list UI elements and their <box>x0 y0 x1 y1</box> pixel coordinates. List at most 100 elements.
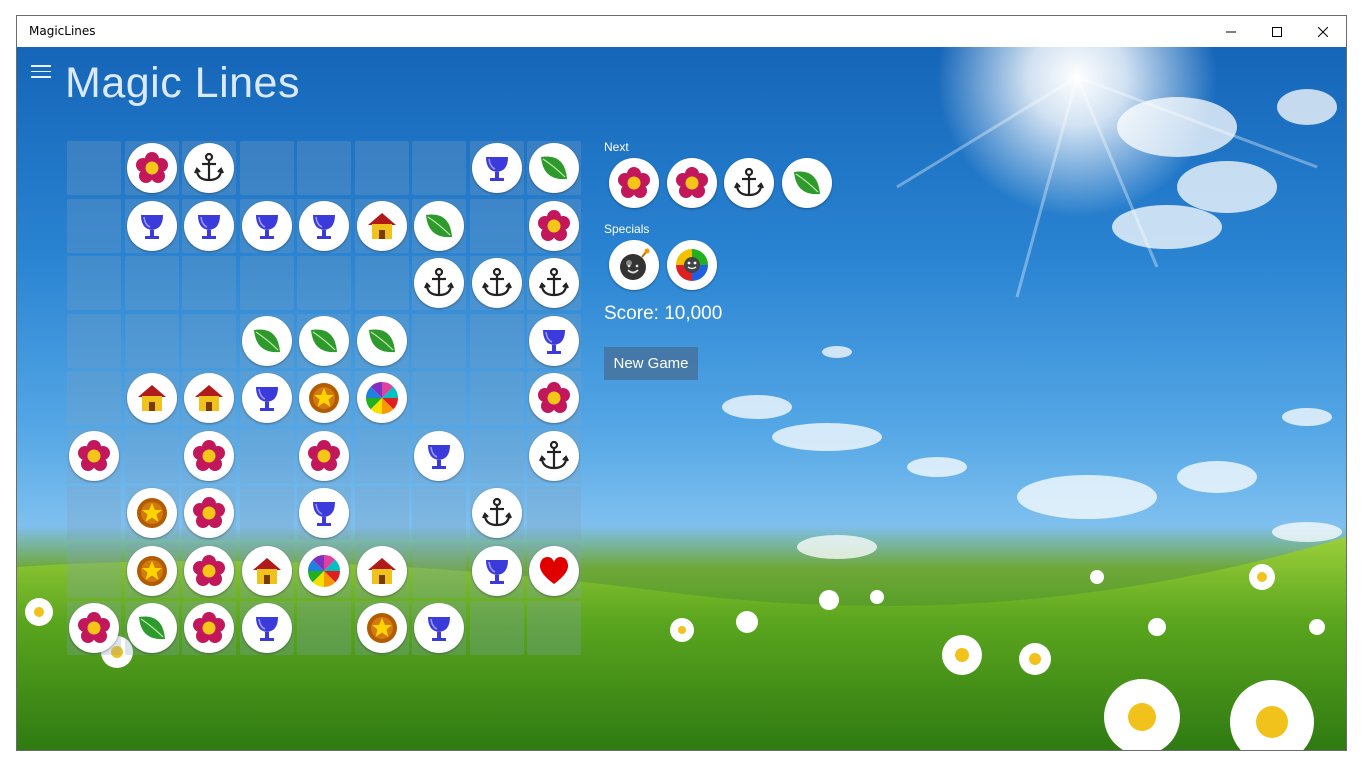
anchor-ball[interactable] <box>471 488 522 538</box>
board-cell[interactable] <box>182 256 236 310</box>
wheel-ball[interactable] <box>299 545 349 596</box>
wheel-ball[interactable] <box>356 373 407 423</box>
board-cell[interactable] <box>182 543 236 598</box>
anchor-ball[interactable] <box>529 258 579 308</box>
board-cell[interactable] <box>239 486 294 540</box>
minimize-button[interactable] <box>1208 16 1254 47</box>
board-cell[interactable] <box>297 486 351 540</box>
board-cell[interactable] <box>239 256 294 310</box>
anchor-ball[interactable] <box>529 430 579 481</box>
board-cell[interactable] <box>469 486 524 540</box>
board-cell[interactable] <box>124 198 179 253</box>
flower-ball[interactable] <box>126 143 177 193</box>
board-cell[interactable] <box>412 198 466 253</box>
cup-ball[interactable] <box>241 200 292 251</box>
board-cell[interactable] <box>124 428 179 483</box>
anchor-ball[interactable] <box>414 258 464 308</box>
board-cell[interactable] <box>239 428 294 483</box>
board-cell[interactable] <box>67 256 121 310</box>
new-game-button[interactable]: New Game <box>604 347 698 380</box>
board-cell[interactable] <box>354 313 409 368</box>
board-cell[interactable] <box>239 371 294 425</box>
board-cell[interactable] <box>297 428 351 483</box>
board-cell[interactable] <box>469 371 524 425</box>
board-cell[interactable] <box>527 371 581 425</box>
cup-ball[interactable] <box>241 603 292 653</box>
board-cell[interactable] <box>412 371 466 425</box>
flower-ball[interactable] <box>69 430 119 481</box>
board-cell[interactable] <box>67 428 121 483</box>
board-cell[interactable] <box>182 486 236 540</box>
flower-ball[interactable] <box>529 373 579 423</box>
house-ball[interactable] <box>356 545 407 596</box>
leaf-ball[interactable] <box>529 143 579 193</box>
board-cell[interactable] <box>67 601 121 655</box>
heart-ball[interactable] <box>529 545 579 596</box>
board-cell[interactable] <box>412 601 466 655</box>
board-cell[interactable] <box>124 141 179 195</box>
board-cell[interactable] <box>124 313 179 368</box>
game-board[interactable] <box>67 141 581 655</box>
board-cell[interactable] <box>124 371 179 425</box>
board-cell[interactable] <box>124 543 179 598</box>
board-cell[interactable] <box>412 256 466 310</box>
board-cell[interactable] <box>354 371 409 425</box>
board-cell[interactable] <box>469 313 524 368</box>
board-cell[interactable] <box>469 601 524 655</box>
star-ball[interactable] <box>299 373 349 423</box>
leaf-ball[interactable] <box>356 315 407 366</box>
board-cell[interactable] <box>67 313 121 368</box>
board-cell[interactable] <box>469 543 524 598</box>
board-cell[interactable] <box>412 543 466 598</box>
cup-ball[interactable] <box>471 143 522 193</box>
cup-ball[interactable] <box>299 200 349 251</box>
board-cell[interactable] <box>412 141 466 195</box>
board-cell[interactable] <box>182 313 236 368</box>
board-cell[interactable] <box>354 601 409 655</box>
flower-ball[interactable] <box>184 488 234 538</box>
board-cell[interactable] <box>182 428 236 483</box>
cup-ball[interactable] <box>414 603 464 653</box>
board-cell[interactable] <box>67 486 121 540</box>
board-cell[interactable] <box>354 256 409 310</box>
flower-ball[interactable] <box>299 430 349 481</box>
board-cell[interactable] <box>469 141 524 195</box>
board-cell[interactable] <box>527 428 581 483</box>
leaf-ball[interactable] <box>241 315 292 366</box>
board-cell[interactable] <box>182 141 236 195</box>
cup-ball[interactable] <box>184 200 234 251</box>
house-ball[interactable] <box>356 200 407 251</box>
leaf-ball[interactable] <box>414 200 464 251</box>
flower-ball[interactable] <box>184 430 234 481</box>
board-cell[interactable] <box>182 198 236 253</box>
house-ball[interactable] <box>241 545 292 596</box>
board-cell[interactable] <box>527 486 581 540</box>
board-cell[interactable] <box>124 601 179 655</box>
menu-button[interactable] <box>31 65 51 79</box>
board-cell[interactable] <box>527 256 581 310</box>
board-cell[interactable] <box>412 313 466 368</box>
house-ball[interactable] <box>126 373 177 423</box>
star-ball[interactable] <box>126 545 177 596</box>
board-cell[interactable] <box>527 601 581 655</box>
board-cell[interactable] <box>124 256 179 310</box>
leaf-ball[interactable] <box>126 603 177 653</box>
flower-ball[interactable] <box>184 603 234 653</box>
close-button[interactable] <box>1300 16 1346 47</box>
flower-ball[interactable] <box>529 200 579 251</box>
leaf-ball[interactable] <box>299 315 349 366</box>
maximize-button[interactable] <box>1254 16 1300 47</box>
rainbow-ball[interactable] <box>666 240 717 290</box>
board-cell[interactable] <box>469 256 524 310</box>
cup-ball[interactable] <box>414 430 464 481</box>
board-cell[interactable] <box>297 371 351 425</box>
board-cell[interactable] <box>67 141 121 195</box>
board-cell[interactable] <box>297 141 351 195</box>
cup-ball[interactable] <box>471 545 522 596</box>
board-cell[interactable] <box>297 198 351 253</box>
board-cell[interactable] <box>182 601 236 655</box>
board-cell[interactable] <box>354 141 409 195</box>
star-ball[interactable] <box>126 488 177 538</box>
board-cell[interactable] <box>297 543 351 598</box>
board-cell[interactable] <box>239 313 294 368</box>
